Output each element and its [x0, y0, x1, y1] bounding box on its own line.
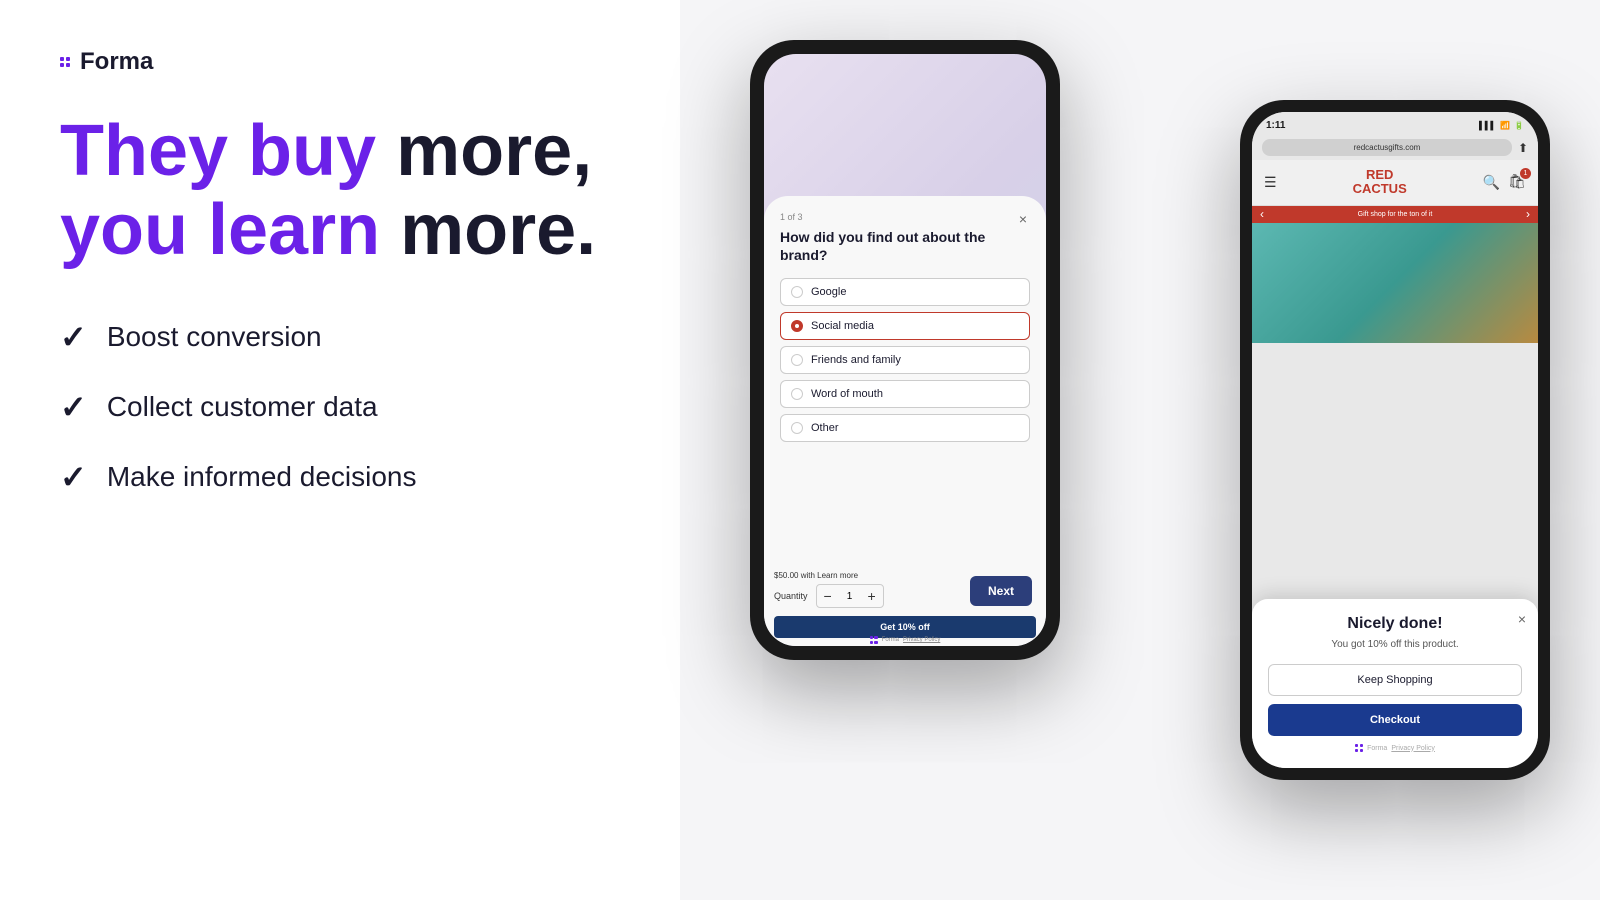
- option-google[interactable]: Google: [780, 278, 1030, 306]
- product-area: $50.00 with Learn more Quantity − 1 + Ge…: [764, 567, 1046, 646]
- hamburger-menu-icon[interactable]: ☰: [1264, 174, 1277, 191]
- success-close-button[interactable]: ×: [1518, 611, 1526, 627]
- store-logo: REDCACTUS: [1353, 168, 1407, 197]
- store-header: ☰ REDCACTUS 🔍 🛍 1: [1252, 160, 1538, 206]
- cart-count: 1: [1520, 168, 1531, 179]
- forma-footer-icon: [870, 636, 878, 644]
- url-bar[interactable]: redcactusgifts.com: [1262, 139, 1512, 156]
- checkmark-icon-3: ✓: [60, 458, 87, 496]
- feature-item-3: ✓ Make informed decisions: [60, 458, 620, 496]
- search-icon[interactable]: 🔍: [1483, 174, 1500, 191]
- wifi-icon: 📶: [1500, 121, 1510, 130]
- survey-phone-inner: × 1 of 3 How did you find out about the …: [764, 54, 1046, 646]
- promo-text: Gift shop for the ton of it: [1358, 211, 1433, 218]
- radio-dot-friends: [791, 354, 803, 366]
- success-desc: You got 10% off this product.: [1268, 639, 1522, 650]
- promo-arrow-right[interactable]: ›: [1526, 207, 1530, 221]
- qty-display: 1: [839, 591, 861, 602]
- survey-step: 1 of 3: [780, 212, 1030, 222]
- survey-question: How did you find out about the brand?: [780, 228, 1030, 264]
- status-icons: ▌▌▌ 📶 🔋: [1479, 121, 1524, 130]
- option-social-label: Social media: [811, 320, 874, 332]
- headline-line2-purple: you learn: [60, 190, 380, 270]
- add-to-cart-button[interactable]: Get 10% off: [774, 616, 1036, 638]
- success-footer: Forma Privacy Policy: [1268, 744, 1522, 752]
- radio-dot-other: [791, 422, 803, 434]
- quantity-row: Quantity − 1 +: [774, 584, 1036, 608]
- battery-icon: 🔋: [1514, 121, 1524, 130]
- logo: Forma: [60, 48, 620, 76]
- survey-footer: Forma Privacy Policy: [764, 636, 1046, 644]
- qty-plus-button[interactable]: +: [861, 585, 883, 607]
- store-icons: 🔍 🛍 1: [1483, 173, 1526, 191]
- store-body: [1252, 223, 1538, 343]
- success-phone: 1:11 ▌▌▌ 📶 🔋 redcactusgifts.com ⬆ ☰ REDC…: [1240, 100, 1550, 780]
- feature-text-2: Collect customer data: [107, 391, 378, 423]
- signal-icon: ▌▌▌: [1479, 121, 1496, 130]
- quantity-label: Quantity: [774, 591, 808, 601]
- success-modal: × Nicely done! You got 10% off this prod…: [1252, 599, 1538, 768]
- forma-success-icon: [1355, 744, 1363, 752]
- quantity-control: − 1 +: [816, 584, 884, 608]
- share-icon[interactable]: ⬆: [1518, 141, 1528, 155]
- headline-line1-purple: They buy: [60, 111, 376, 191]
- option-friends-family[interactable]: Friends and family: [780, 346, 1030, 374]
- keep-shopping-button[interactable]: Keep Shopping: [1268, 664, 1522, 696]
- survey-close-button[interactable]: ×: [1014, 210, 1032, 228]
- headline-line1-dark: more,: [376, 111, 592, 191]
- qty-minus-button[interactable]: −: [817, 585, 839, 607]
- privacy-link[interactable]: Privacy Policy: [903, 637, 940, 643]
- option-wom-label: Word of mouth: [811, 388, 883, 400]
- phone-container: × 1 of 3 How did you find out about the …: [730, 20, 1550, 880]
- status-bar: 1:11 ▌▌▌ 📶 🔋: [1252, 112, 1538, 135]
- radio-dot-google: [791, 286, 803, 298]
- option-social-media[interactable]: Social media: [780, 312, 1030, 340]
- option-other[interactable]: Other: [780, 414, 1030, 442]
- product-price: $50.00 with Learn more: [774, 571, 1036, 580]
- headline: They buy more, you learn more.: [60, 112, 620, 270]
- feature-item-2: ✓ Collect customer data: [60, 388, 620, 426]
- footer-text: Forma: [882, 637, 899, 643]
- checkout-button[interactable]: Checkout: [1268, 704, 1522, 736]
- option-other-label: Other: [811, 422, 839, 434]
- option-friends-label: Friends and family: [811, 354, 901, 366]
- left-panel: Forma They buy more, you learn more. ✓ B…: [0, 0, 680, 900]
- browser-bar: redcactusgifts.com ⬆: [1252, 135, 1538, 160]
- logo-text: Forma: [80, 48, 153, 76]
- forma-logo-icon: [60, 57, 70, 67]
- option-google-label: Google: [811, 286, 846, 298]
- option-word-of-mouth[interactable]: Word of mouth: [780, 380, 1030, 408]
- radio-dot-social: [791, 320, 803, 332]
- success-phone-inner: 1:11 ▌▌▌ 📶 🔋 redcactusgifts.com ⬆ ☰ REDC…: [1252, 112, 1538, 768]
- headline-line2-dark: more.: [380, 190, 596, 270]
- feature-text-3: Make informed decisions: [107, 461, 417, 493]
- success-privacy-link[interactable]: Privacy Policy: [1391, 745, 1435, 752]
- right-panel: × 1 of 3 How did you find out about the …: [680, 0, 1600, 900]
- promo-arrow-left[interactable]: ‹: [1260, 207, 1264, 221]
- close-icon: ×: [1019, 211, 1027, 227]
- feature-item-1: ✓ Boost conversion: [60, 318, 620, 356]
- promo-banner: ‹ Gift shop for the ton of it ›: [1252, 206, 1538, 223]
- survey-phone: × 1 of 3 How did you find out about the …: [750, 40, 1060, 660]
- radio-dot-wom: [791, 388, 803, 400]
- checkmark-icon-2: ✓: [60, 388, 87, 426]
- checkmark-icon-1: ✓: [60, 318, 87, 356]
- features-list: ✓ Boost conversion ✓ Collect customer da…: [60, 318, 620, 496]
- cart-badge[interactable]: 🛍 1: [1508, 173, 1526, 191]
- success-title: Nicely done!: [1268, 615, 1522, 633]
- feature-text-1: Boost conversion: [107, 321, 322, 353]
- status-time: 1:11: [1266, 120, 1285, 131]
- success-footer-forma: Forma: [1367, 745, 1387, 752]
